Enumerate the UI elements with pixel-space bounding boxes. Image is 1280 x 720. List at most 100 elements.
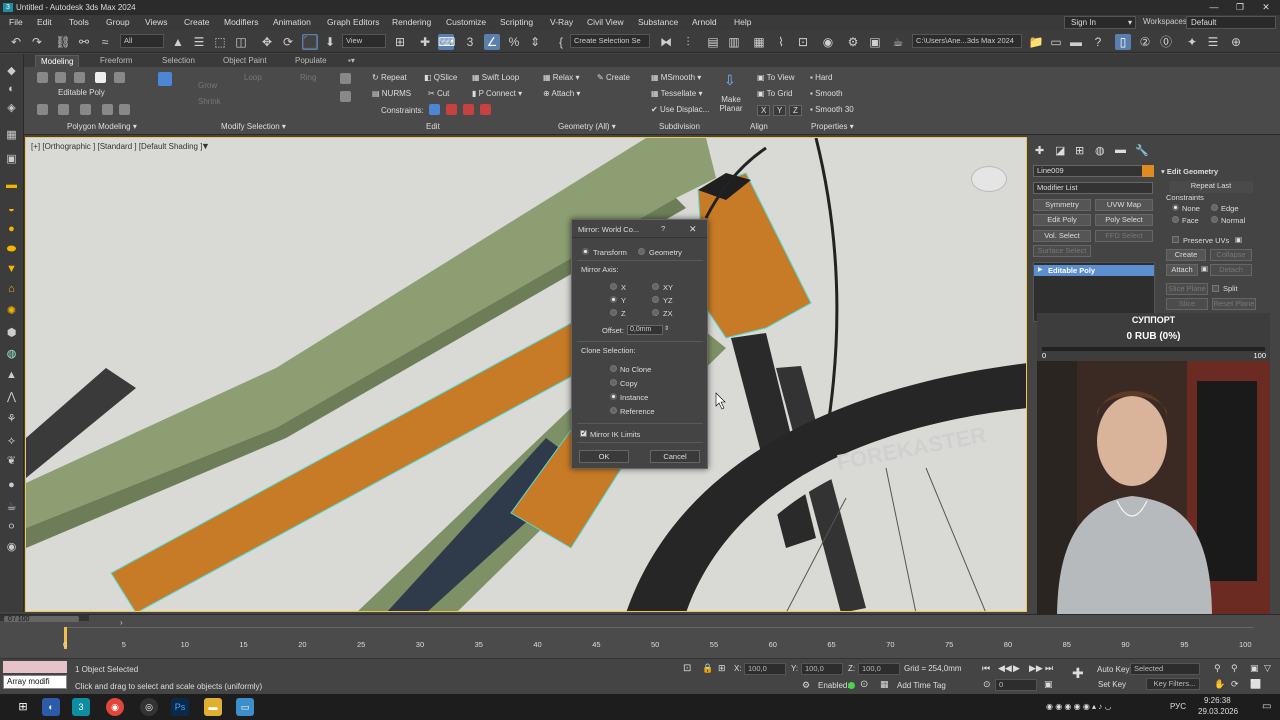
select-rotate-icon[interactable]: ⟳ [280, 34, 296, 50]
next-frame-icon[interactable]: ▶▶ [1029, 663, 1043, 674]
group-properties[interactable]: Properties ▾ [811, 122, 854, 131]
rectangular-selection-icon[interactable]: ⬚ [212, 34, 228, 50]
teapot-icon[interactable]: ☕ [4, 500, 19, 515]
new-key-icon[interactable]: ✚ [1072, 665, 1084, 682]
tab-freeform[interactable]: Freeform [95, 55, 137, 67]
ribbon-options-icon[interactable]: ▪▾ [343, 55, 360, 67]
constraint-face-radio[interactable] [1172, 216, 1179, 223]
group-align[interactable]: Align [750, 122, 768, 131]
constraint-none-icon[interactable] [429, 104, 440, 115]
select-place-icon[interactable]: ⬇ [322, 34, 338, 50]
view-cube[interactable] [971, 166, 1007, 192]
menu-arnold[interactable]: Arnold [692, 17, 717, 27]
preserve-uvs-settings-icon[interactable]: ▣ [1235, 235, 1242, 244]
uvw-map-button[interactable]: UVW Map [1095, 199, 1153, 211]
offset-spinner-icon[interactable]: ⇕ [664, 325, 669, 332]
light-icon[interactable]: ▬ [4, 178, 19, 193]
percent-snap-icon[interactable]: % [506, 34, 522, 50]
clock-time[interactable]: 9:26:38 [1204, 696, 1231, 705]
nurms-button[interactable]: ▤ NURMS [372, 89, 411, 98]
spot-light-icon[interactable]: ⬬ [4, 242, 19, 257]
sphere-light-icon[interactable]: ● [4, 222, 19, 237]
subobject-icon[interactable] [58, 104, 69, 115]
help-button[interactable]: ? [661, 224, 665, 233]
attach-button[interactable]: ⊕ Attach ▾ [543, 89, 580, 98]
time-tag-icon[interactable]: ⊙ [860, 679, 868, 690]
p-connect-button[interactable]: ▮ P Connect ▾ [472, 89, 522, 98]
zoom-all-icon[interactable]: ⚲ [1231, 663, 1238, 674]
group-modify-selection[interactable]: Modify Selection ▾ [221, 122, 286, 131]
view-cube-icon[interactable]: ▣ [4, 152, 19, 167]
group-polygon-modeling[interactable]: Polygon Modeling ▾ [67, 122, 137, 131]
layer-explorer-icon[interactable]: ▥ [726, 34, 742, 50]
material-editor-icon[interactable]: ◉ [820, 34, 836, 50]
enabled-indicator[interactable] [848, 682, 855, 689]
minimize-button[interactable]: — [1202, 1, 1226, 14]
offset-input[interactable]: 0,0mm [627, 325, 663, 335]
omni-light-icon[interactable]: ◒ [4, 202, 19, 217]
menu-list-icon[interactable]: ☰ [1205, 34, 1221, 50]
preserve-uvs-checkbox[interactable] [1172, 236, 1179, 243]
constraint-face-icon[interactable] [463, 104, 474, 115]
axis-xy-radio[interactable] [652, 283, 659, 290]
ball-icon[interactable]: ● [4, 478, 19, 493]
grow-button[interactable]: Grow [198, 81, 217, 90]
hair-icon[interactable]: ⋀ [4, 390, 19, 405]
border-mode-icon[interactable] [74, 72, 85, 83]
ffd-select-button[interactable]: FFD Select [1095, 230, 1153, 242]
render-icon[interactable]: ◉ [4, 540, 19, 555]
command-panel-toggle-icon[interactable]: ▯ [1115, 34, 1131, 50]
selection-filter-dropdown[interactable]: All [120, 34, 164, 48]
angle-snap-icon[interactable]: ∠ [484, 34, 500, 50]
filter-icon[interactable]: ▼ [201, 141, 210, 151]
transform-radio[interactable] [582, 248, 589, 255]
rivet-icon[interactable]: ⚪ [4, 520, 19, 535]
app-window-icon[interactable]: ▭ [236, 698, 254, 716]
expand-icon[interactable]: ▶ [1038, 266, 1043, 273]
menu-substance[interactable]: Substance [638, 17, 678, 27]
reference-coordinate-dropdown[interactable]: View [342, 34, 386, 48]
window-crossing-icon[interactable]: ◫ [233, 34, 249, 50]
smooth-button[interactable]: ▪ Smooth [810, 89, 843, 98]
ok-button[interactable]: OK [579, 450, 629, 463]
menu-edit[interactable]: Edit [37, 17, 52, 27]
zoom-extents-icon[interactable]: ▣ [1250, 663, 1259, 674]
pivot-point-icon[interactable]: ⊞ [392, 34, 408, 50]
constraint-edge-icon[interactable] [446, 104, 457, 115]
edit-tool-icon[interactable] [340, 73, 351, 84]
display-tab-icon[interactable]: ▬ [1115, 144, 1126, 156]
constraint-normal-icon[interactable] [480, 104, 491, 115]
element-mode-icon[interactable] [114, 72, 125, 83]
named-selection-dropdown[interactable]: Create Selection Se [570, 34, 650, 48]
to-view-button[interactable]: ▣ To View [757, 73, 795, 82]
dome-light-icon[interactable]: ▼ [4, 262, 19, 277]
polygon-mode-icon[interactable] [95, 72, 106, 83]
reference-radio[interactable] [610, 407, 617, 414]
save-file-icon[interactable]: ▬ [1068, 34, 1084, 50]
align-x-button[interactable]: X [757, 105, 771, 116]
object-name-field[interactable]: Line009 [1033, 165, 1143, 177]
repeat-button[interactable]: ↻ Repeat [372, 73, 407, 82]
surface-select-button[interactable]: Surface Select [1033, 245, 1091, 257]
no-clone-radio[interactable] [610, 365, 617, 372]
rendered-frame-window-icon[interactable]: ▣ [867, 34, 883, 50]
shrink-button[interactable]: Shrink [198, 97, 221, 106]
create-button[interactable]: Create [1166, 249, 1206, 261]
modifier-list-dropdown[interactable]: Modifier List [1033, 182, 1153, 194]
cube-icon[interactable]: ⬢ [4, 326, 19, 341]
attach-list-icon[interactable]: ▣ [1201, 264, 1208, 273]
viewport-label[interactable]: [+] [Orthographic ] [Standard ] [Default… [31, 142, 202, 151]
help-icon[interactable]: ? [1090, 34, 1106, 50]
menu-civil-view[interactable]: Civil View [587, 17, 624, 27]
time-config-icon[interactable]: ▣ [1044, 679, 1053, 690]
show-end-result-icon[interactable] [102, 104, 113, 115]
motion-tab-icon[interactable]: ◍ [1095, 144, 1105, 157]
z-coordinate-input[interactable]: 100,0 [858, 663, 900, 675]
previous-frame-icon[interactable]: ◀◀ [998, 663, 1012, 674]
clock-date[interactable]: 29.03.2026 [1198, 707, 1238, 716]
modify-mode-icon[interactable] [37, 104, 48, 115]
create-icon[interactable]: ◆ [4, 64, 19, 79]
bind-space-warp-icon[interactable]: ≈ [97, 34, 113, 50]
menu-help[interactable]: Help [734, 17, 751, 27]
spinner-snap-icon[interactable]: ⇕ [527, 34, 543, 50]
